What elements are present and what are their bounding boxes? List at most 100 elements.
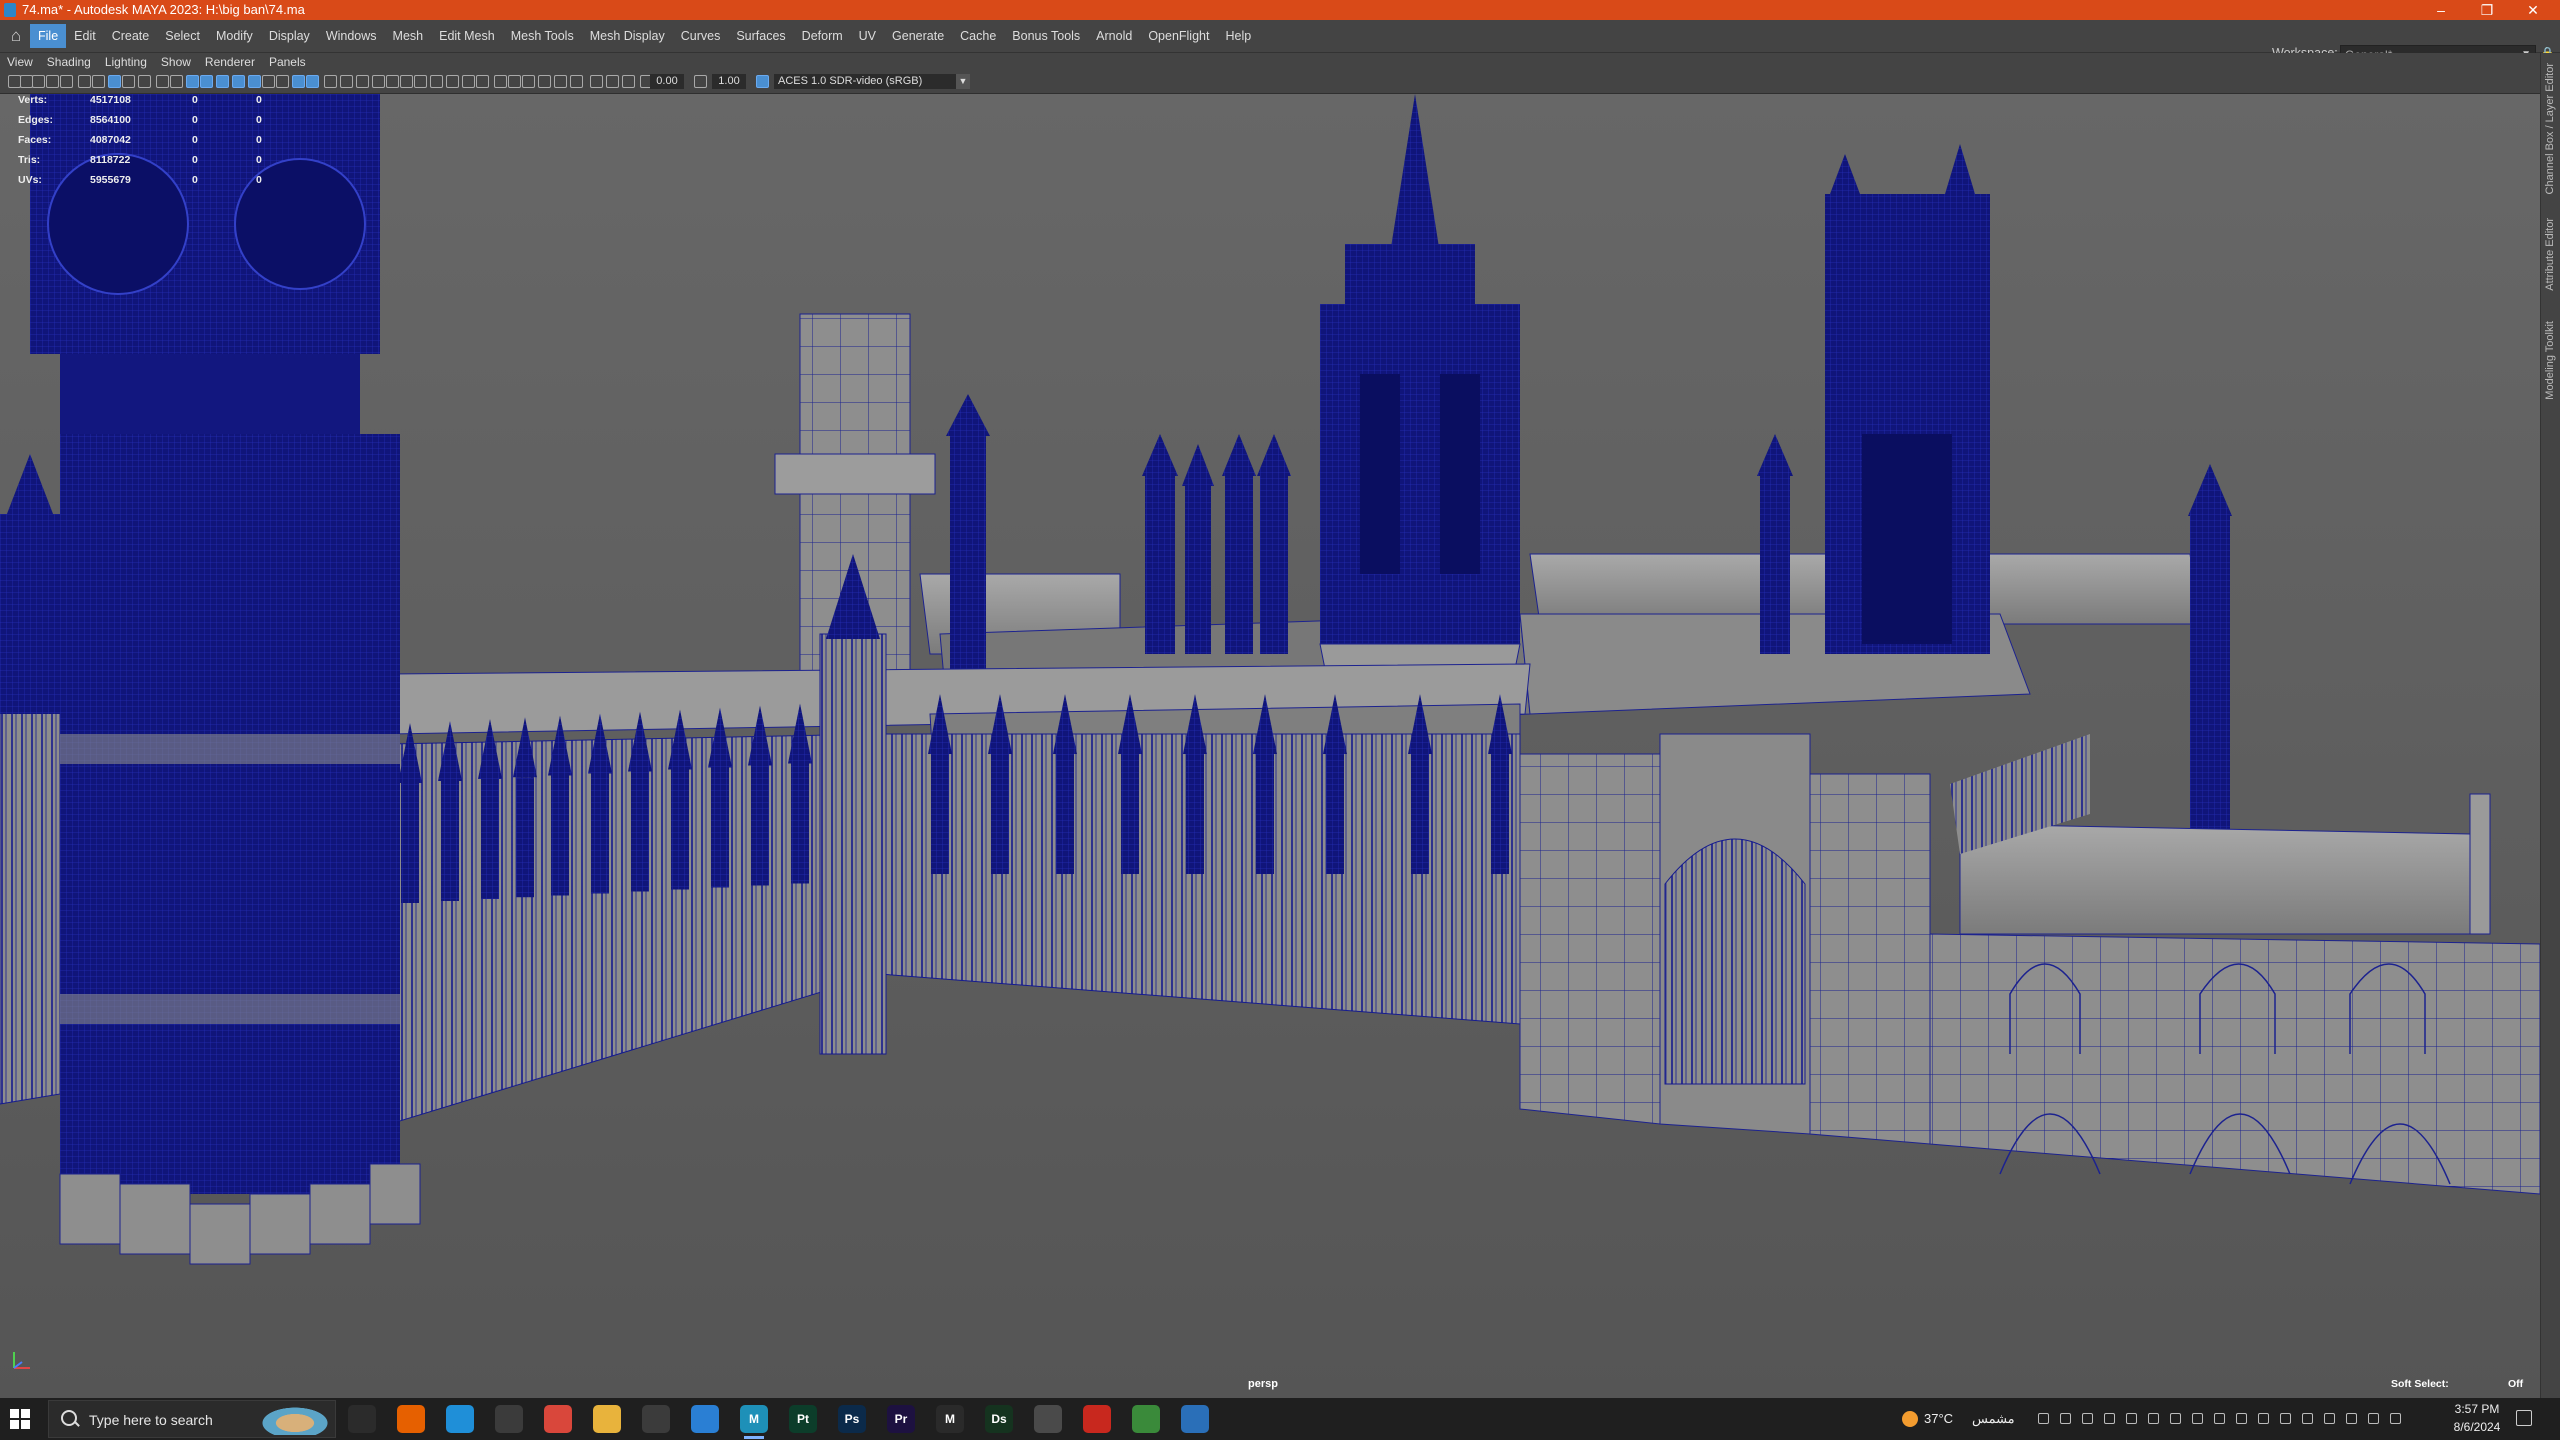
- toolbar-tool-icon[interactable]: [32, 75, 45, 88]
- gamma-field[interactable]: 1.00: [712, 74, 746, 89]
- taskbar-search[interactable]: Type here to search: [48, 1400, 336, 1438]
- tray-icon[interactable]: [2104, 1413, 2115, 1424]
- panel-menu-lighting[interactable]: Lighting: [98, 53, 154, 71]
- toolbar-tool-icon[interactable]: [622, 75, 635, 88]
- panel-menu-renderer[interactable]: Renderer: [198, 53, 262, 71]
- toolbar-tool-icon[interactable]: [414, 75, 427, 88]
- toolbar-tool-icon[interactable]: [756, 75, 769, 88]
- panel-menu-panels[interactable]: Panels: [262, 53, 313, 71]
- clock-date[interactable]: 8/6/2024: [2452, 1420, 2502, 1434]
- tray-icon[interactable]: [2214, 1413, 2225, 1424]
- taskbar-firefox-icon[interactable]: [397, 1405, 425, 1433]
- menu-arnold[interactable]: Arnold: [1088, 24, 1140, 48]
- toolbar-tool-icon[interactable]: [108, 75, 121, 88]
- panel-menu-show[interactable]: Show: [154, 53, 198, 71]
- toolbar-tool-icon[interactable]: [522, 75, 535, 88]
- toolbar-tool-icon[interactable]: [570, 75, 583, 88]
- taskbar-explorer-icon[interactable]: [593, 1405, 621, 1433]
- tray-icon[interactable]: [2346, 1413, 2357, 1424]
- menu-edit-mesh[interactable]: Edit Mesh: [431, 24, 503, 48]
- tray-icon[interactable]: [2368, 1413, 2379, 1424]
- tray-icon[interactable]: [2060, 1413, 2071, 1424]
- taskbar-chrome-icon[interactable]: [544, 1405, 572, 1433]
- toolbar-tool-icon[interactable]: [430, 75, 443, 88]
- menu-edit[interactable]: Edit: [66, 24, 104, 48]
- tray-icon[interactable]: [2324, 1413, 2335, 1424]
- menu-modify[interactable]: Modify: [208, 24, 261, 48]
- menu-curves[interactable]: Curves: [673, 24, 729, 48]
- menu-create[interactable]: Create: [104, 24, 158, 48]
- toolbar-tool-icon[interactable]: [262, 75, 275, 88]
- toolbar-tool-icon[interactable]: [538, 75, 551, 88]
- taskbar-store-icon[interactable]: [495, 1405, 523, 1433]
- toolbar-tool-icon[interactable]: [216, 75, 229, 88]
- taskbar-painter-icon[interactable]: Pt: [789, 1405, 817, 1433]
- home-icon[interactable]: ⌂: [6, 26, 26, 46]
- tray-icon[interactable]: [2170, 1413, 2181, 1424]
- toolbar-tool-icon[interactable]: [494, 75, 507, 88]
- menu-deform[interactable]: Deform: [794, 24, 851, 48]
- menu-openflight[interactable]: OpenFlight: [1140, 24, 1217, 48]
- toolbar-tool-icon[interactable]: [200, 75, 213, 88]
- toolbar-tool-icon[interactable]: [232, 75, 245, 88]
- taskbar-app-blue-icon[interactable]: [691, 1405, 719, 1433]
- tray-icon[interactable]: [2390, 1413, 2401, 1424]
- panel-menu-view[interactable]: View: [0, 53, 40, 71]
- toolbar-tool-icon[interactable]: [170, 75, 183, 88]
- toolbar-tool-icon[interactable]: [590, 75, 603, 88]
- toolbar-tool-icon[interactable]: [372, 75, 385, 88]
- maximize-button[interactable]: ❐: [2464, 0, 2510, 20]
- windows-start-icon[interactable]: [10, 1409, 30, 1429]
- toolbar-tool-icon[interactable]: [694, 75, 707, 88]
- taskbar-designer-icon[interactable]: Ds: [985, 1405, 1013, 1433]
- toolbar-tool-icon[interactable]: [400, 75, 413, 88]
- menu-generate[interactable]: Generate: [884, 24, 952, 48]
- minimize-button[interactable]: –: [2418, 0, 2464, 20]
- exposure-field[interactable]: 0.00: [650, 74, 684, 89]
- weather-description[interactable]: مشمس: [1972, 1411, 2015, 1427]
- tray-icon[interactable]: [2302, 1413, 2313, 1424]
- toolbar-tool-icon[interactable]: [340, 75, 353, 88]
- menu-file[interactable]: File: [30, 24, 67, 48]
- toolbar-tool-icon[interactable]: [186, 75, 199, 88]
- chevron-down-icon[interactable]: ▼: [956, 74, 970, 89]
- taskbar-app-green-icon[interactable]: [1132, 1405, 1160, 1433]
- tray-icon[interactable]: [2280, 1413, 2291, 1424]
- toolbar-tool-icon[interactable]: [276, 75, 289, 88]
- taskbar-app-q-icon[interactable]: [642, 1405, 670, 1433]
- clock-time[interactable]: 3:57 PM: [2452, 1402, 2502, 1416]
- tray-icon[interactable]: [2236, 1413, 2247, 1424]
- toolbar-tool-icon[interactable]: [156, 75, 169, 88]
- tray-icon[interactable]: [2126, 1413, 2137, 1424]
- menu-mesh-tools[interactable]: Mesh Tools: [503, 24, 582, 48]
- toolbar-tool-icon[interactable]: [606, 75, 619, 88]
- weather-temperature[interactable]: 37°C: [1924, 1411, 1953, 1426]
- taskbar-photoshop-icon[interactable]: Ps: [838, 1405, 866, 1433]
- taskbar-app-photo-icon[interactable]: [1034, 1405, 1062, 1433]
- toolbar-tool-icon[interactable]: [356, 75, 369, 88]
- tray-icon[interactable]: [2082, 1413, 2093, 1424]
- toolbar-tool-icon[interactable]: [324, 75, 337, 88]
- toolbar-tool-icon[interactable]: [306, 75, 319, 88]
- taskbar-premiere-icon[interactable]: Pr: [887, 1405, 915, 1433]
- weather-sun-icon[interactable]: [1902, 1411, 1918, 1427]
- viewport-persp[interactable]: Verts: 4517108 0 0 Edges: 8564100 0 0 Faces: 4087…: [0, 94, 2540, 1398]
- taskbar-app-red-icon[interactable]: [1083, 1405, 1111, 1433]
- menu-cache[interactable]: Cache: [952, 24, 1004, 48]
- toolbar-tool-icon[interactable]: [60, 75, 73, 88]
- tray-icon[interactable]: [2038, 1413, 2049, 1424]
- menu-display[interactable]: Display: [261, 24, 318, 48]
- menu-surfaces[interactable]: Surfaces: [728, 24, 793, 48]
- taskbar-task-view-icon[interactable]: [348, 1405, 376, 1433]
- toolbar-tool-icon[interactable]: [46, 75, 59, 88]
- menu-select[interactable]: Select: [157, 24, 208, 48]
- taskbar-app-ring-icon[interactable]: [1181, 1405, 1209, 1433]
- color-space-dropdown[interactable]: ACES 1.0 SDR-video (sRGB): [774, 74, 968, 89]
- taskbar-edge-icon[interactable]: [446, 1405, 474, 1433]
- toolbar-tool-icon[interactable]: [292, 75, 305, 88]
- taskbar-marmoset-icon[interactable]: M: [936, 1405, 964, 1433]
- toolbar-tool-icon[interactable]: [554, 75, 567, 88]
- menu-bonus-tools[interactable]: Bonus Tools: [1004, 24, 1088, 48]
- menu-uv[interactable]: UV: [851, 24, 884, 48]
- tab-attribute-editor[interactable]: Attribute Editor: [2544, 218, 2556, 291]
